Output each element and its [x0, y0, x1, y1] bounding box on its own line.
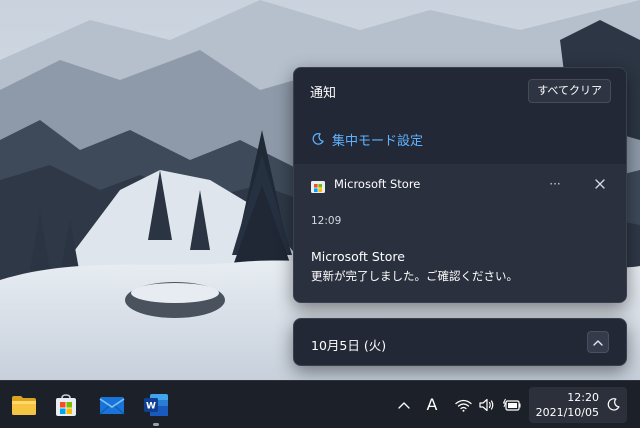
ime-mode-button[interactable]: A — [422, 395, 442, 415]
volume-button[interactable] — [477, 395, 497, 415]
notification-card[interactable]: Microsoft Store ··· 12:09 Microsoft Stor… — [294, 164, 626, 302]
clock-date: 2021/10/05 — [535, 406, 599, 419]
clock-button[interactable]: 12:20 2021/10/05 — [529, 387, 627, 423]
focus-assist-settings-link[interactable]: 集中モード設定 — [294, 116, 626, 162]
active-app-indicator — [153, 423, 159, 426]
speaker-icon — [479, 398, 494, 412]
focus-assist-label: 集中モード設定 — [332, 133, 424, 149]
taskbar-microsoft-store[interactable] — [50, 390, 82, 420]
word-icon: W — [144, 394, 168, 416]
notification-title: Microsoft Store — [311, 249, 405, 264]
calendar-panel: 10月5日 (火) — [293, 318, 627, 366]
mail-icon — [99, 397, 125, 415]
microsoft-store-icon — [56, 394, 76, 416]
taskbar: W A 12:20 2021/10/05 — [0, 380, 640, 428]
notification-center-title: 通知 — [310, 86, 337, 101]
chevron-up-icon — [398, 402, 410, 409]
clear-all-button[interactable]: すべてクリア — [528, 79, 611, 103]
network-button[interactable] — [453, 395, 473, 415]
taskbar-word[interactable]: W — [140, 390, 172, 420]
ime-indicator: A — [426, 395, 438, 414]
moon-icon — [312, 132, 324, 145]
microsoft-store-icon — [311, 181, 325, 193]
calendar-date-label: 10月5日 (火) — [311, 338, 387, 353]
notification-header: 通知 すべてクリア — [294, 68, 626, 116]
svg-text:W: W — [146, 402, 156, 412]
focus-assist-moon-icon — [607, 398, 620, 411]
dismiss-notification-button[interactable] — [590, 174, 610, 194]
taskbar-file-explorer[interactable] — [8, 390, 40, 420]
taskbar-mail[interactable] — [96, 390, 128, 420]
show-hidden-icons-button[interactable] — [394, 395, 414, 415]
notification-time: 12:09 — [311, 215, 342, 227]
battery-button[interactable] — [502, 395, 522, 415]
close-icon — [595, 179, 605, 189]
clock-time: 12:20 — [567, 391, 599, 404]
notification-body: 更新が完了しました。ご確認ください。 — [311, 269, 518, 283]
chevron-up-icon — [593, 339, 603, 346]
calendar-expand-button[interactable] — [587, 331, 609, 353]
notification-app-name: Microsoft Store — [334, 177, 421, 191]
notification-center: 通知 すべてクリア 集中モード設定 Microsoft Store ··· 12… — [293, 67, 627, 303]
file-explorer-icon — [12, 396, 36, 415]
wifi-icon — [454, 399, 472, 412]
more-options-button[interactable]: ··· — [544, 174, 566, 194]
battery-charging-icon — [503, 398, 521, 411]
